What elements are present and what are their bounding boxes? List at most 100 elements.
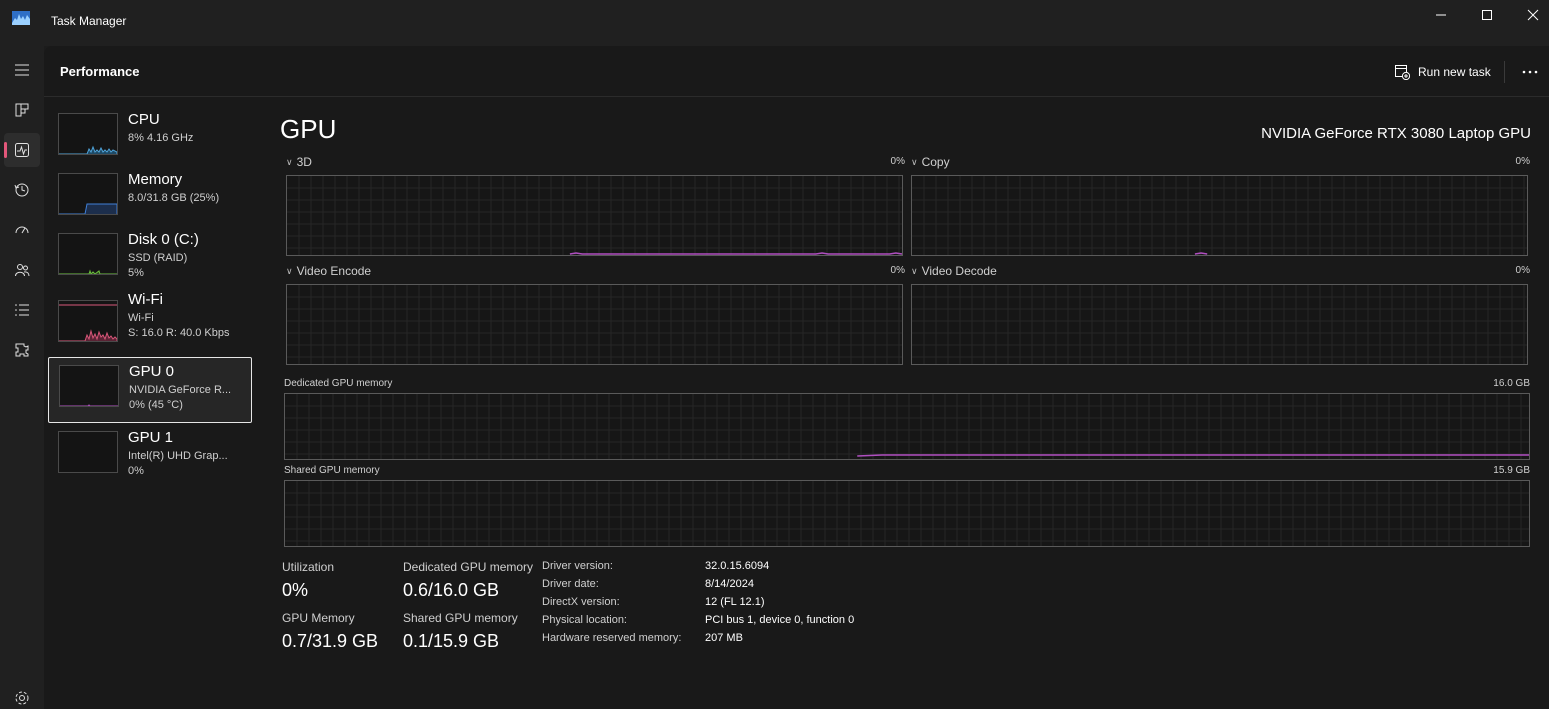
engine-copy-selector[interactable]: ∨ Copy bbox=[911, 155, 950, 169]
gpu1-thumbnail-graph bbox=[58, 431, 118, 473]
physical-location-label: Physical location: bbox=[542, 614, 627, 626]
nav-processes[interactable] bbox=[4, 93, 40, 127]
more-options-button[interactable] bbox=[1516, 60, 1544, 84]
hamburger-menu-button[interactable] bbox=[4, 53, 40, 87]
wifi-thumbnail-graph bbox=[58, 300, 118, 342]
device-gpu-1[interactable]: GPU 1 Intel(R) UHD Grap... 0% bbox=[48, 424, 252, 490]
nav-users[interactable] bbox=[4, 253, 40, 287]
shared-memory-stat-value: 0.1/15.9 GB bbox=[403, 631, 500, 651]
device-cpu[interactable]: CPU 8% 4.16 GHz bbox=[48, 106, 252, 172]
app-history-icon bbox=[14, 183, 29, 197]
device-gpu-0[interactable]: GPU 0 NVIDIA GeForce R... 0% (45 °C) bbox=[48, 357, 252, 423]
gpu-title: GPU bbox=[280, 114, 337, 144]
performance-icon bbox=[15, 143, 29, 157]
users-icon bbox=[15, 264, 30, 277]
reserved-memory-value: 207 MB bbox=[705, 632, 743, 644]
device-name: Wi-Fi bbox=[128, 291, 163, 308]
dedicated-memory-label: Dedicated GPU memory bbox=[284, 378, 393, 389]
graph-grid bbox=[287, 285, 902, 364]
graph-grid bbox=[912, 176, 1527, 255]
utilization-label: Utilization bbox=[282, 560, 335, 574]
engine-video-encode-percent: 0% bbox=[890, 265, 905, 276]
nav-services[interactable] bbox=[4, 333, 40, 367]
engine-3d-percent: 0% bbox=[890, 156, 905, 167]
device-detail-2: 0% (45 °C) bbox=[129, 399, 183, 411]
device-detail-2: 0% bbox=[128, 465, 144, 477]
shared-memory-label: Shared GPU memory bbox=[284, 465, 380, 476]
processes-icon bbox=[15, 103, 29, 117]
shared-memory-stat-label: Shared GPU memory bbox=[403, 611, 518, 625]
engine-label: Video Decode bbox=[921, 264, 997, 278]
run-new-task-label: Run new task bbox=[1418, 65, 1491, 79]
engine-video-decode-selector[interactable]: ∨ Video Decode bbox=[911, 264, 997, 278]
device-disk-0[interactable]: Disk 0 (C:) SSD (RAID) 5% bbox=[48, 226, 252, 292]
header-divider bbox=[1504, 61, 1505, 83]
graph-grid bbox=[912, 285, 1527, 364]
disk-thumbnail-graph bbox=[58, 233, 118, 275]
more-icon bbox=[1522, 70, 1538, 74]
device-detail: NVIDIA GeForce R... bbox=[129, 384, 232, 396]
shared-memory-capacity: 15.9 GB bbox=[1493, 465, 1530, 476]
chevron-down-icon: ∨ bbox=[911, 265, 918, 276]
close-button[interactable] bbox=[1510, 0, 1549, 30]
gpu0-thumbnail-graph bbox=[59, 365, 119, 407]
graph-grid bbox=[285, 481, 1529, 546]
device-wifi[interactable]: Wi-Fi Wi-Fi S: 16.0 R: 40.0 Kbps bbox=[48, 286, 252, 352]
gpu-memory-label: GPU Memory bbox=[282, 611, 355, 625]
startup-apps-icon bbox=[15, 226, 29, 234]
graph-grid bbox=[285, 394, 1529, 459]
utilization-value: 0% bbox=[282, 580, 309, 600]
device-detail: 8% 4.16 GHz bbox=[128, 132, 194, 144]
maximize-button[interactable] bbox=[1464, 0, 1510, 30]
cpu-thumbnail-graph bbox=[58, 113, 118, 155]
engine-3d-selector[interactable]: ∨ 3D bbox=[286, 155, 312, 169]
nav-details[interactable] bbox=[4, 293, 40, 327]
page-title: Performance bbox=[60, 64, 140, 79]
engine-video-decode-graph bbox=[911, 284, 1528, 365]
main-panel: Performance Run new task CPU 8% 4.16 GHz… bbox=[44, 46, 1549, 709]
dedicated-memory-capacity: 16.0 GB bbox=[1493, 378, 1530, 389]
gpu-model-name: NVIDIA GeForce RTX 3080 Laptop GPU bbox=[1261, 125, 1531, 142]
device-name: GPU 1 bbox=[128, 429, 174, 446]
engine-label: Copy bbox=[921, 155, 950, 169]
chevron-down-icon: ∨ bbox=[911, 156, 918, 167]
usage-trace bbox=[857, 454, 1529, 457]
engine-label: Video Encode bbox=[296, 264, 372, 278]
memory-thumbnail-graph bbox=[58, 173, 118, 215]
nav-startup-apps[interactable] bbox=[4, 213, 40, 247]
device-detail-2: S: 16.0 R: 40.0 Kbps bbox=[128, 327, 230, 339]
dedicated-memory-stat-label: Dedicated GPU memory bbox=[403, 560, 534, 574]
device-detail: Intel(R) UHD Grap... bbox=[128, 450, 228, 462]
nav-rail bbox=[0, 46, 44, 709]
device-detail: SSD (RAID) bbox=[128, 252, 188, 264]
minimize-button[interactable] bbox=[1418, 0, 1464, 30]
device-memory[interactable]: Memory 8.0/31.8 GB (25%) bbox=[48, 166, 252, 232]
details-icon bbox=[15, 304, 29, 316]
run-new-task-button[interactable]: Run new task bbox=[1394, 62, 1491, 82]
device-detail: Wi-Fi bbox=[128, 312, 154, 324]
title-bar[interactable]: Task Manager bbox=[0, 0, 1549, 46]
driver-date-value: 8/14/2024 bbox=[705, 578, 754, 590]
dedicated-memory-stat-value: 0.6/16.0 GB bbox=[403, 580, 500, 600]
usage-trace bbox=[1194, 252, 1208, 255]
nav-app-history[interactable] bbox=[4, 173, 40, 207]
device-detail-2: 5% bbox=[128, 267, 144, 279]
settings-button[interactable] bbox=[4, 686, 40, 709]
menu-icon bbox=[15, 64, 29, 76]
directx-version-value: 12 (FL 12.1) bbox=[705, 596, 765, 608]
shared-memory-graph bbox=[284, 480, 1530, 547]
page-header: Performance Run new task bbox=[44, 46, 1549, 97]
run-task-icon bbox=[1395, 65, 1410, 80]
driver-date-label: Driver date: bbox=[542, 578, 599, 590]
device-detail: 8.0/31.8 GB (25%) bbox=[128, 192, 220, 204]
engine-video-encode-selector[interactable]: ∨ Video Encode bbox=[286, 264, 371, 278]
physical-location-value: PCI bus 1, device 0, function 0 bbox=[705, 614, 855, 626]
engine-video-encode-graph bbox=[286, 284, 903, 365]
reserved-memory-label: Hardware reserved memory: bbox=[542, 632, 682, 644]
chevron-down-icon: ∨ bbox=[286, 265, 293, 276]
window-title: Task Manager bbox=[51, 14, 127, 28]
active-indicator bbox=[4, 142, 7, 158]
device-name: GPU 0 bbox=[129, 363, 175, 380]
dedicated-memory-graph bbox=[284, 393, 1530, 460]
nav-performance[interactable] bbox=[4, 133, 40, 167]
